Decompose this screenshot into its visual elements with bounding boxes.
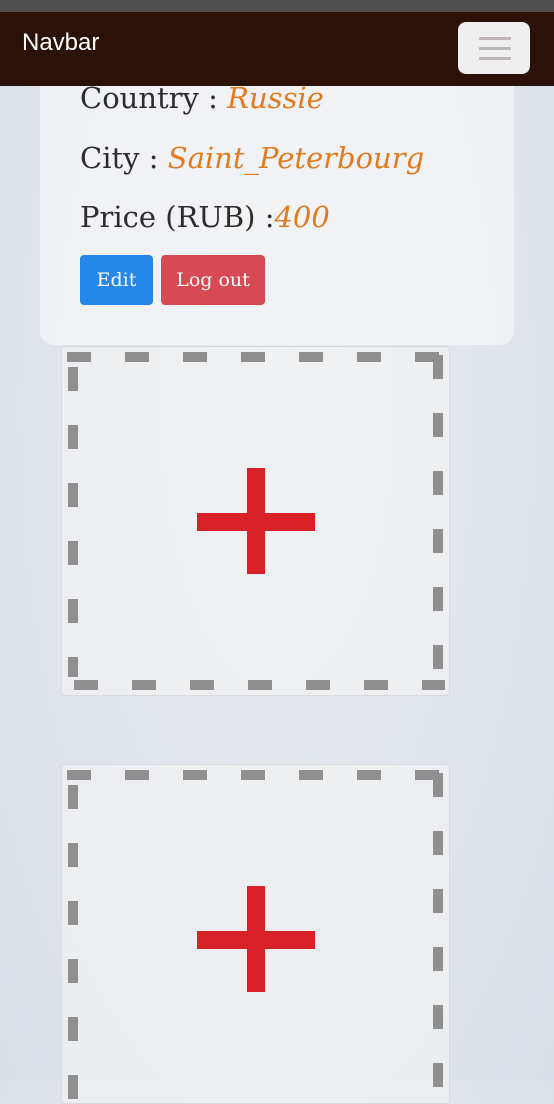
country-label: Country : [80,81,228,115]
menu-toggle-button[interactable] [458,22,530,74]
hamburger-icon [479,47,511,50]
plus-icon [197,468,315,574]
dashed-frame [67,352,445,692]
hamburger-icon [479,57,511,60]
plus-icon [197,886,315,992]
city-value: Saint_Peterbourg [167,141,425,175]
price-row: Price (RUB) :400 [80,203,330,232]
city-row: City : Saint_Peterbourg [80,144,424,173]
edit-button[interactable]: Edit [80,255,153,305]
logout-button[interactable]: Log out [161,255,265,305]
image-upload-slot[interactable] [61,764,450,1104]
price-value: 400 [274,200,330,234]
city-label: City : [80,141,168,175]
price-label: Price (RUB) : [80,200,275,234]
country-row: Country : Russie [80,84,324,113]
dashed-frame [67,770,443,1103]
country-value: Russie [227,81,324,115]
navbar-brand[interactable]: Navbar [22,31,99,55]
status-bar [0,0,554,12]
navbar: Navbar [0,12,554,86]
hamburger-icon [479,37,511,40]
image-upload-slot[interactable] [61,346,450,696]
